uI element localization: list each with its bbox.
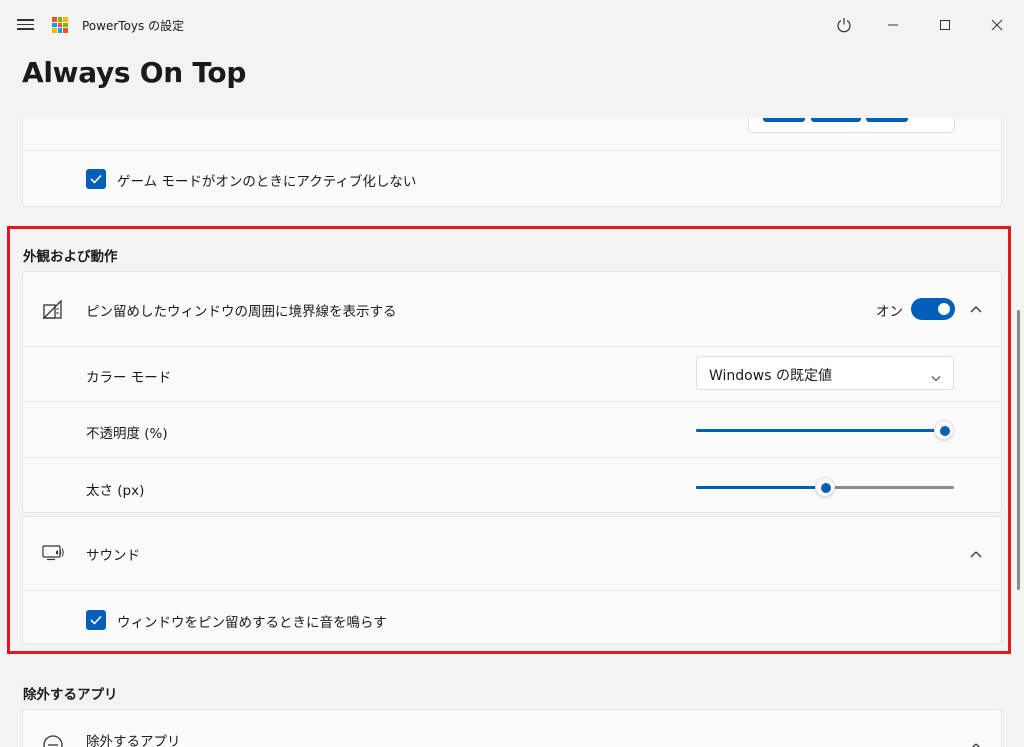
- color-mode-value: Windows の既定値: [709, 368, 832, 384]
- page-title: Always On Top: [22, 56, 247, 89]
- opacity-label: 不透明度 (%): [86, 426, 168, 442]
- sound-header-row: サウンド: [23, 517, 1001, 590]
- border-icon: [42, 299, 64, 325]
- color-mode-dropdown[interactable]: Windows の既定値: [696, 356, 954, 390]
- block-icon: [42, 734, 64, 747]
- color-mode-label: カラー モード: [86, 370, 172, 386]
- maximize-button[interactable]: [930, 10, 960, 40]
- game-mode-row: ゲーム モードがオンのときにアクティブ化しない: [23, 150, 1001, 207]
- thickness-slider-fill: [696, 486, 825, 489]
- section-title-appearance: 外観および動作: [23, 249, 118, 265]
- thickness-slider-thumb[interactable]: [815, 477, 835, 497]
- window-title: PowerToys の設定: [82, 19, 185, 33]
- shortcut-key: [811, 118, 861, 122]
- sound-card: サウンド ウィンドウをピン留めするときに音を鳴らす: [22, 516, 1002, 644]
- minimize-button[interactable]: [878, 10, 908, 40]
- opacity-slider-thumb[interactable]: [934, 420, 954, 440]
- thickness-row: 太さ (px): [23, 457, 1001, 514]
- border-card: ピン留めしたウィンドウの周囲に境界線を表示する オン カラー モード Windo…: [22, 271, 1002, 513]
- thickness-label: 太さ (px): [86, 483, 145, 499]
- shortcut-key: [763, 118, 805, 122]
- border-label: ピン留めしたウィンドウの周囲に境界線を表示する: [86, 304, 397, 320]
- color-mode-row: カラー モード Windows の既定値: [23, 346, 1001, 401]
- excluded-apps-card[interactable]: 除外するアプリ: [22, 709, 1002, 747]
- chevron-up-icon[interactable]: [966, 544, 986, 564]
- powertoys-logo-icon: [52, 17, 68, 33]
- chevron-up-icon[interactable]: [966, 299, 986, 319]
- toggle-state-label: オン: [876, 304, 903, 320]
- shortcut-key: [866, 118, 908, 122]
- section-title-excluded: 除外するアプリ: [23, 687, 118, 703]
- opacity-slider[interactable]: [696, 420, 954, 440]
- title-bar: PowerToys の設定: [0, 0, 1024, 50]
- border-header-row: ピン留めしたウィンドウの周囲に境界線を表示する オン: [23, 272, 1001, 346]
- game-mode-checkbox[interactable]: [86, 169, 106, 189]
- sound-checkbox-row: ウィンドウをピン留めするときに音を鳴らす: [23, 590, 1001, 645]
- sound-checkbox-label: ウィンドウをピン留めするときに音を鳴らす: [117, 615, 387, 631]
- scrollbar[interactable]: [1017, 310, 1020, 590]
- opacity-slider-fill: [696, 429, 944, 432]
- excluded-apps-label: 除外するアプリ: [86, 734, 181, 747]
- close-button[interactable]: [982, 10, 1012, 40]
- chevron-down-icon: [931, 367, 941, 386]
- activation-card: ゲーム モードがオンのときにアクティブ化しない: [22, 118, 1002, 207]
- chevron-up-icon[interactable]: [966, 736, 986, 747]
- sound-label: サウンド: [86, 548, 140, 564]
- opacity-row: 不透明度 (%): [23, 401, 1001, 457]
- game-mode-label: ゲーム モードがオンのときにアクティブ化しない: [117, 174, 417, 190]
- sound-checkbox[interactable]: [86, 610, 106, 630]
- thickness-slider[interactable]: [696, 477, 954, 497]
- speaker-monitor-icon: [42, 543, 66, 567]
- menu-icon[interactable]: [16, 16, 36, 34]
- power-icon[interactable]: [829, 10, 859, 40]
- border-toggle[interactable]: [911, 298, 955, 320]
- shortcut-keys[interactable]: [748, 118, 955, 133]
